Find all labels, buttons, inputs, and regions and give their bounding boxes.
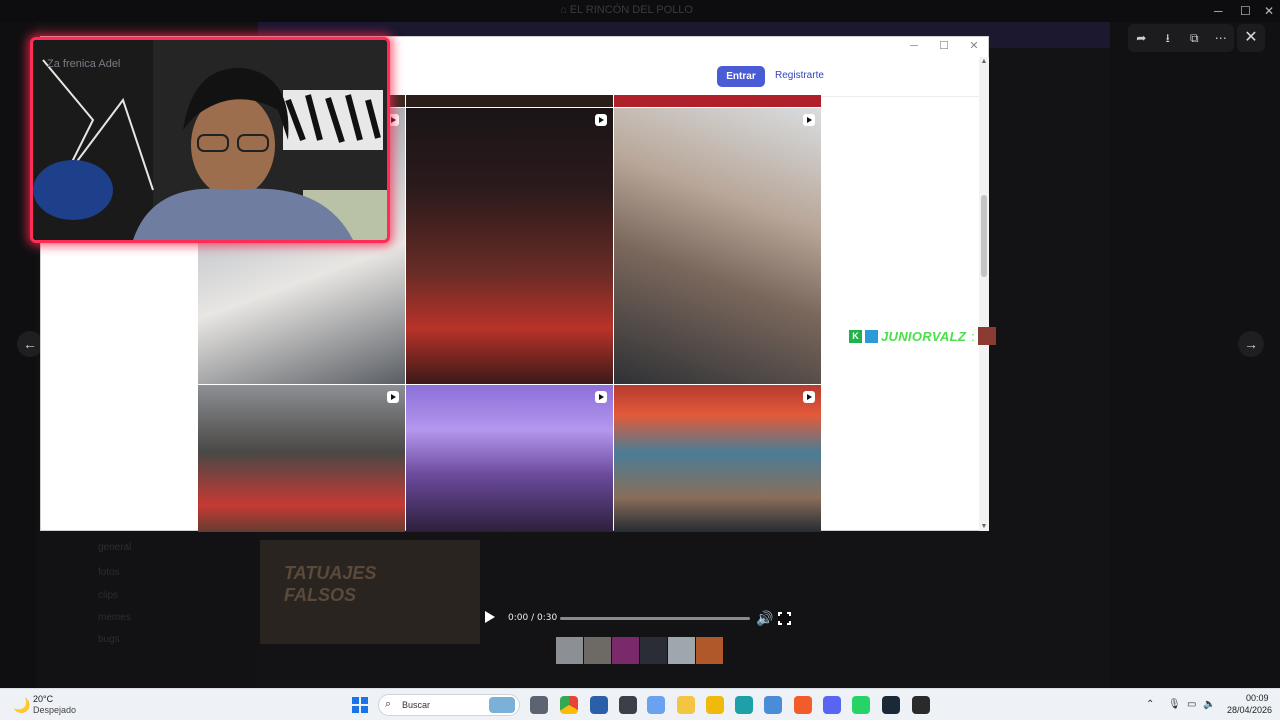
chrome-icon[interactable] — [560, 696, 578, 714]
search-placeholder: Buscar — [402, 700, 431, 710]
kick-badge-icon: K — [849, 329, 862, 343]
webcam-feed — [33, 40, 387, 240]
microphone-icon[interactable]: 🎙 — [1168, 699, 1181, 710]
network-icon[interactable]: ▭ — [1187, 699, 1196, 710]
clock-time[interactable]: 00:09 — [1246, 693, 1269, 703]
search-icon: ⌕ — [385, 698, 392, 710]
share-icon[interactable]: ➦ — [1132, 29, 1150, 47]
speaker-icon[interactable]: 🔈 — [1203, 699, 1215, 710]
download-icon[interactable]: ⭳ — [1159, 29, 1177, 47]
search-highlight-image — [489, 697, 515, 713]
obs-icon[interactable] — [912, 696, 930, 714]
scroll-up-icon[interactable]: ▲ — [980, 58, 988, 65]
edge-icon[interactable] — [735, 696, 753, 714]
open-external-icon[interactable]: ⧉ — [1185, 29, 1203, 47]
notes-app-icon[interactable] — [619, 696, 637, 714]
viewer-close-button[interactable]: ✕ — [1237, 24, 1265, 52]
channel-item[interactable]: memes — [98, 612, 131, 623]
maximize-icon[interactable]: ☐ — [1240, 5, 1251, 17]
clock-date[interactable]: 28/04/2026 — [1227, 705, 1272, 715]
thumbnail[interactable] — [556, 637, 583, 664]
binance-icon[interactable] — [706, 696, 724, 714]
background-title: EL RINCÓN DEL POLLO — [560, 4, 693, 16]
minimize-icon[interactable]: ─ — [1214, 5, 1224, 17]
steam-icon[interactable] — [882, 696, 900, 714]
media-tile[interactable] — [406, 95, 613, 107]
next-arrow-icon[interactable]: → — [1238, 331, 1264, 357]
weather-temperature[interactable]: 20°C — [33, 694, 53, 704]
video-icon — [595, 391, 607, 403]
media-tile[interactable] — [406, 108, 613, 384]
file-explorer-icon[interactable] — [677, 696, 695, 714]
video-progress-bar[interactable] — [560, 617, 750, 620]
channel-badge-icon — [865, 329, 878, 343]
media-tile[interactable] — [614, 385, 821, 532]
copilot-icon[interactable] — [647, 696, 665, 714]
page-scrollbar[interactable]: ▲ ▼ — [979, 57, 989, 531]
thumbnail[interactable] — [612, 637, 639, 664]
viewer-toolbar: ➦ ⭳ ⧉ ⋯ — [1128, 24, 1234, 52]
channel-item[interactable]: bugs — [98, 634, 120, 645]
video-icon — [595, 114, 607, 126]
media-thumbnail-strip — [556, 637, 723, 664]
scroll-thumb[interactable] — [981, 195, 987, 277]
thumbnail[interactable] — [696, 637, 723, 664]
chrome-profile-icon[interactable] — [764, 696, 782, 714]
video-icon — [803, 114, 815, 126]
volume-icon[interactable]: 🔊 — [756, 610, 773, 627]
moon-weather-icon[interactable]: 🌙 — [13, 697, 30, 714]
fullscreen-icon[interactable] — [778, 612, 791, 625]
channel-item[interactable]: general — [98, 542, 131, 553]
channel-item[interactable]: clips — [98, 590, 118, 601]
media-tile[interactable] — [614, 95, 821, 107]
webcam-overlay: Za frenica Adel — [30, 37, 390, 243]
taskbar-search[interactable]: ⌕ Buscar — [378, 694, 520, 716]
window-maximize-icon[interactable]: ☐ — [938, 39, 950, 53]
chat-separator: : — [971, 328, 975, 344]
more-icon[interactable]: ⋯ — [1212, 29, 1230, 47]
close-icon[interactable]: ✕ — [1264, 5, 1274, 17]
task-view-icon[interactable] — [530, 696, 548, 714]
play-icon[interactable] — [485, 611, 495, 623]
thumbnail[interactable] — [640, 637, 667, 664]
media-tile[interactable] — [614, 108, 821, 384]
tray-expand-icon[interactable]: ⌃ — [1146, 699, 1154, 710]
discord-icon[interactable] — [823, 696, 841, 714]
window-minimize-icon[interactable]: ─ — [908, 39, 920, 53]
video-icon — [803, 391, 815, 403]
video-icon — [387, 391, 399, 403]
webcam-caption: Za frenica Adel — [47, 58, 121, 70]
brave-icon[interactable] — [794, 696, 812, 714]
thumbnail[interactable] — [584, 637, 611, 664]
calendar-app-icon[interactable] — [590, 696, 608, 714]
window-controls: ─ ☐ ✕ — [908, 39, 980, 53]
background-video-caption: TATUAJES FALSOS — [284, 563, 377, 605]
weather-description[interactable]: Despejado — [33, 705, 76, 715]
windows-start-icon[interactable] — [352, 697, 368, 713]
taskbar: 🌙 20°C Despejado ⌕ Buscar ⌃ 🎙 ▭ 🔈 00:09 … — [0, 688, 1280, 720]
media-tile[interactable] — [198, 385, 405, 532]
scroll-down-icon[interactable]: ▼ — [980, 523, 988, 530]
media-tile[interactable] — [406, 385, 613, 532]
window-close-icon[interactable]: ✕ — [968, 39, 980, 53]
video-time: 0:00 / 0:30 — [508, 613, 558, 623]
thumbnail[interactable] — [668, 637, 695, 664]
chat-nickname: K JUNIORVALZ : — [849, 327, 996, 345]
chat-username: JUNIORVALZ — [881, 328, 967, 344]
channel-item[interactable]: fotos — [98, 567, 120, 578]
login-button[interactable]: Entrar — [717, 66, 765, 87]
register-link[interactable]: Registrarte — [775, 70, 824, 81]
whatsapp-icon[interactable] — [852, 696, 870, 714]
background-titlebar: EL RINCÓN DEL POLLO ─ ☐ ✕ — [0, 0, 1280, 22]
emote-icon — [977, 327, 996, 345]
